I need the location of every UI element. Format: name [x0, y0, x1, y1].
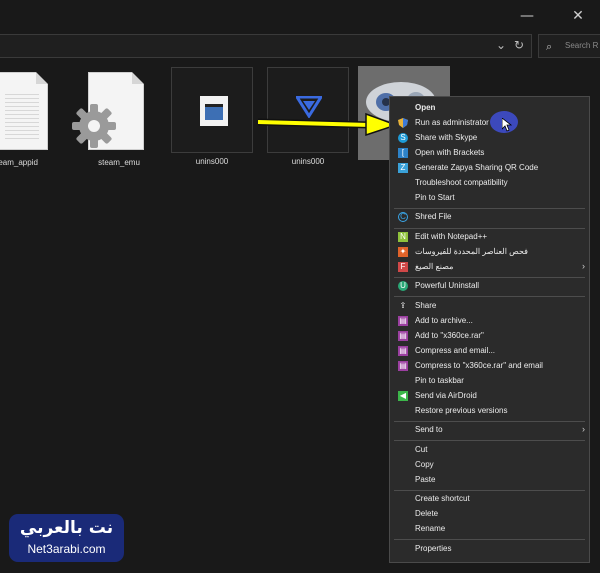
- menu-item-share-with-skype[interactable]: S Share with Skype: [390, 131, 589, 145]
- menu-item-add-to-archive[interactable]: ▤ Add to archive...: [390, 314, 589, 328]
- file-name: steam_emu: [98, 158, 140, 167]
- brackets-icon: [: [398, 148, 408, 158]
- menu-item-troubleshoot-compatibility[interactable]: Troubleshoot compatibility: [390, 176, 589, 190]
- menu-divider: [394, 208, 585, 209]
- mouse-pointer-icon: [502, 118, 512, 132]
- winrar-icon: ▤: [398, 331, 408, 341]
- airdroid-icon: ◀: [398, 391, 408, 401]
- skype-icon: S: [398, 133, 408, 143]
- title-bar: — ✕: [0, 0, 600, 32]
- address-bar[interactable]: ⌄ ↻: [0, 34, 532, 58]
- menu-item-format-factory[interactable]: F مصنع الصيغ ›: [390, 260, 589, 274]
- shield-icon: [398, 118, 408, 128]
- notepadpp-icon: N: [398, 232, 408, 242]
- menu-divider: [394, 228, 585, 229]
- refresh-icon[interactable]: ↻: [514, 38, 524, 52]
- minimize-icon: —: [520, 8, 534, 24]
- search-input[interactable]: ⌕ Search R: [538, 34, 600, 58]
- zapya-icon: Z: [398, 163, 408, 173]
- menu-item-rename[interactable]: Rename: [390, 522, 589, 536]
- antivirus-icon: ✦: [398, 247, 408, 257]
- winrar-icon: ▤: [398, 316, 408, 326]
- menu-item-share[interactable]: ⇪ Share: [390, 299, 589, 313]
- menu-item-zapya-qr[interactable]: Z Generate Zapya Sharing QR Code: [390, 161, 589, 175]
- pointer-arrow-icon: [258, 112, 398, 136]
- menu-item-antivirus-scan[interactable]: ✦ فحص العناصر المحددة للفيروسات: [390, 245, 589, 259]
- shred-icon: C: [398, 212, 408, 222]
- text-file-icon: [0, 68, 56, 154]
- menu-item-powerful-uninstall[interactable]: U Powerful Uninstall: [390, 279, 589, 293]
- uninstall-icon: U: [398, 281, 408, 291]
- format-factory-icon: F: [398, 262, 408, 272]
- menu-item-send-via-airdroid[interactable]: ◀ Send via AirDroid: [390, 389, 589, 403]
- menu-item-copy[interactable]: Copy: [390, 458, 589, 472]
- menu-item-pin-to-start[interactable]: Pin to Start: [390, 191, 589, 205]
- file-name: steam_appid: [0, 158, 38, 167]
- search-icon: ⌕: [546, 40, 553, 53]
- menu-item-properties[interactable]: Properties: [390, 542, 589, 556]
- menu-item-create-shortcut[interactable]: Create shortcut: [390, 492, 589, 506]
- chevron-right-icon: ›: [582, 261, 585, 271]
- menu-divider: [394, 539, 585, 540]
- menu-item-shred-file[interactable]: C Shred File: [390, 210, 589, 224]
- chevron-down-icon[interactable]: ⌄: [496, 38, 506, 52]
- share-icon: ⇪: [399, 301, 407, 310]
- menu-item-compress-to-rar-and-email[interactable]: ▤ Compress to "x360ce.rar" and email: [390, 359, 589, 373]
- menu-item-paste[interactable]: Paste: [390, 473, 589, 487]
- menu-divider: [394, 440, 585, 441]
- close-icon: ✕: [572, 8, 584, 24]
- menu-item-add-to-x360ce-rar[interactable]: ▤ Add to "x360ce.rar": [390, 329, 589, 343]
- menu-item-send-to[interactable]: Send to ›: [390, 423, 589, 437]
- menu-item-open-with-brackets[interactable]: [ Open with Brackets: [390, 146, 589, 160]
- winrar-icon: ▤: [398, 346, 408, 356]
- menu-divider: [394, 421, 585, 422]
- menu-item-open[interactable]: Open: [390, 101, 589, 115]
- close-button[interactable]: ✕: [556, 0, 600, 32]
- uninstaller-icon: [267, 67, 349, 153]
- menu-divider: [394, 490, 585, 491]
- chevron-right-icon: ›: [582, 424, 585, 434]
- menu-divider: [394, 296, 585, 297]
- logo-english-text: Net3arabi.com: [27, 542, 106, 556]
- menu-item-compress-and-email[interactable]: ▤ Compress and email...: [390, 344, 589, 358]
- settings-file-icon: [72, 68, 160, 154]
- file-name: unins000: [195, 157, 229, 166]
- menu-item-restore-previous-versions[interactable]: Restore previous versions: [390, 404, 589, 418]
- menu-item-edit-with-notepadpp[interactable]: N Edit with Notepad++: [390, 230, 589, 244]
- search-placeholder: Search R: [565, 41, 599, 50]
- menu-item-pin-to-taskbar[interactable]: Pin to taskbar: [390, 374, 589, 388]
- minimize-button[interactable]: —: [505, 0, 549, 32]
- file-name: unins000: [291, 157, 325, 166]
- logo-arabic-text: نت بالعربي: [19, 518, 114, 538]
- menu-divider: [394, 277, 585, 278]
- menu-item-cut[interactable]: Cut: [390, 443, 589, 457]
- context-menu: Open Run as administrator S Share with S…: [389, 96, 590, 563]
- menu-item-delete[interactable]: Delete: [390, 507, 589, 521]
- executable-icon: [171, 67, 253, 153]
- winrar-icon: ▤: [398, 361, 408, 371]
- site-logo: نت بالعربي Net3arabi.com: [9, 514, 124, 562]
